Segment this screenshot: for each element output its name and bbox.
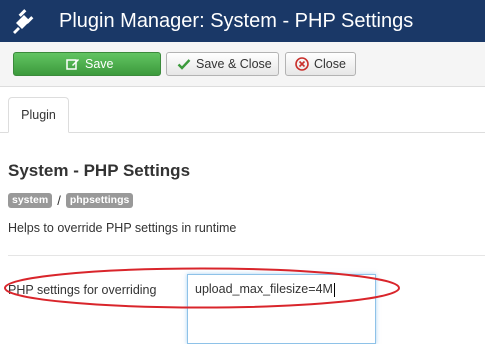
- toolbar: Save Save & Close Close: [0, 42, 485, 87]
- plugin-heading: System - PHP Settings: [8, 161, 191, 180]
- plug-icon: [13, 9, 34, 34]
- divider: [8, 255, 485, 256]
- save-close-label: Save & Close: [196, 57, 272, 71]
- close-circle-icon: [295, 57, 309, 71]
- plugin-tags: system / phpsettings: [8, 192, 134, 208]
- tab-bar: Plugin: [0, 86, 485, 133]
- folder-badge: system: [8, 192, 53, 208]
- close-label: Close: [314, 57, 346, 71]
- php-settings-textarea[interactable]: upload_max_filesize=4M: [187, 274, 376, 344]
- php-settings-label: PHP settings for overriding: [8, 283, 157, 297]
- save-close-button[interactable]: Save & Close: [166, 52, 279, 76]
- tab-plugin[interactable]: Plugin: [8, 97, 69, 133]
- save-button[interactable]: Save: [13, 52, 161, 76]
- element-badge: phpsettings: [65, 192, 134, 208]
- plugin-description: Helps to override PHP settings in runtim…: [8, 221, 237, 235]
- save-label: Save: [85, 57, 114, 71]
- edit-icon: [66, 59, 79, 70]
- title-bar: Plugin Manager: System - PHP Settings: [0, 0, 485, 42]
- close-button[interactable]: Close: [285, 52, 356, 76]
- textarea-value: upload_max_filesize=4M: [195, 282, 333, 296]
- page-title: Plugin Manager: System - PHP Settings: [59, 10, 414, 32]
- check-icon: [177, 59, 191, 70]
- text-caret: [333, 282, 335, 297]
- tag-separator: /: [57, 192, 61, 208]
